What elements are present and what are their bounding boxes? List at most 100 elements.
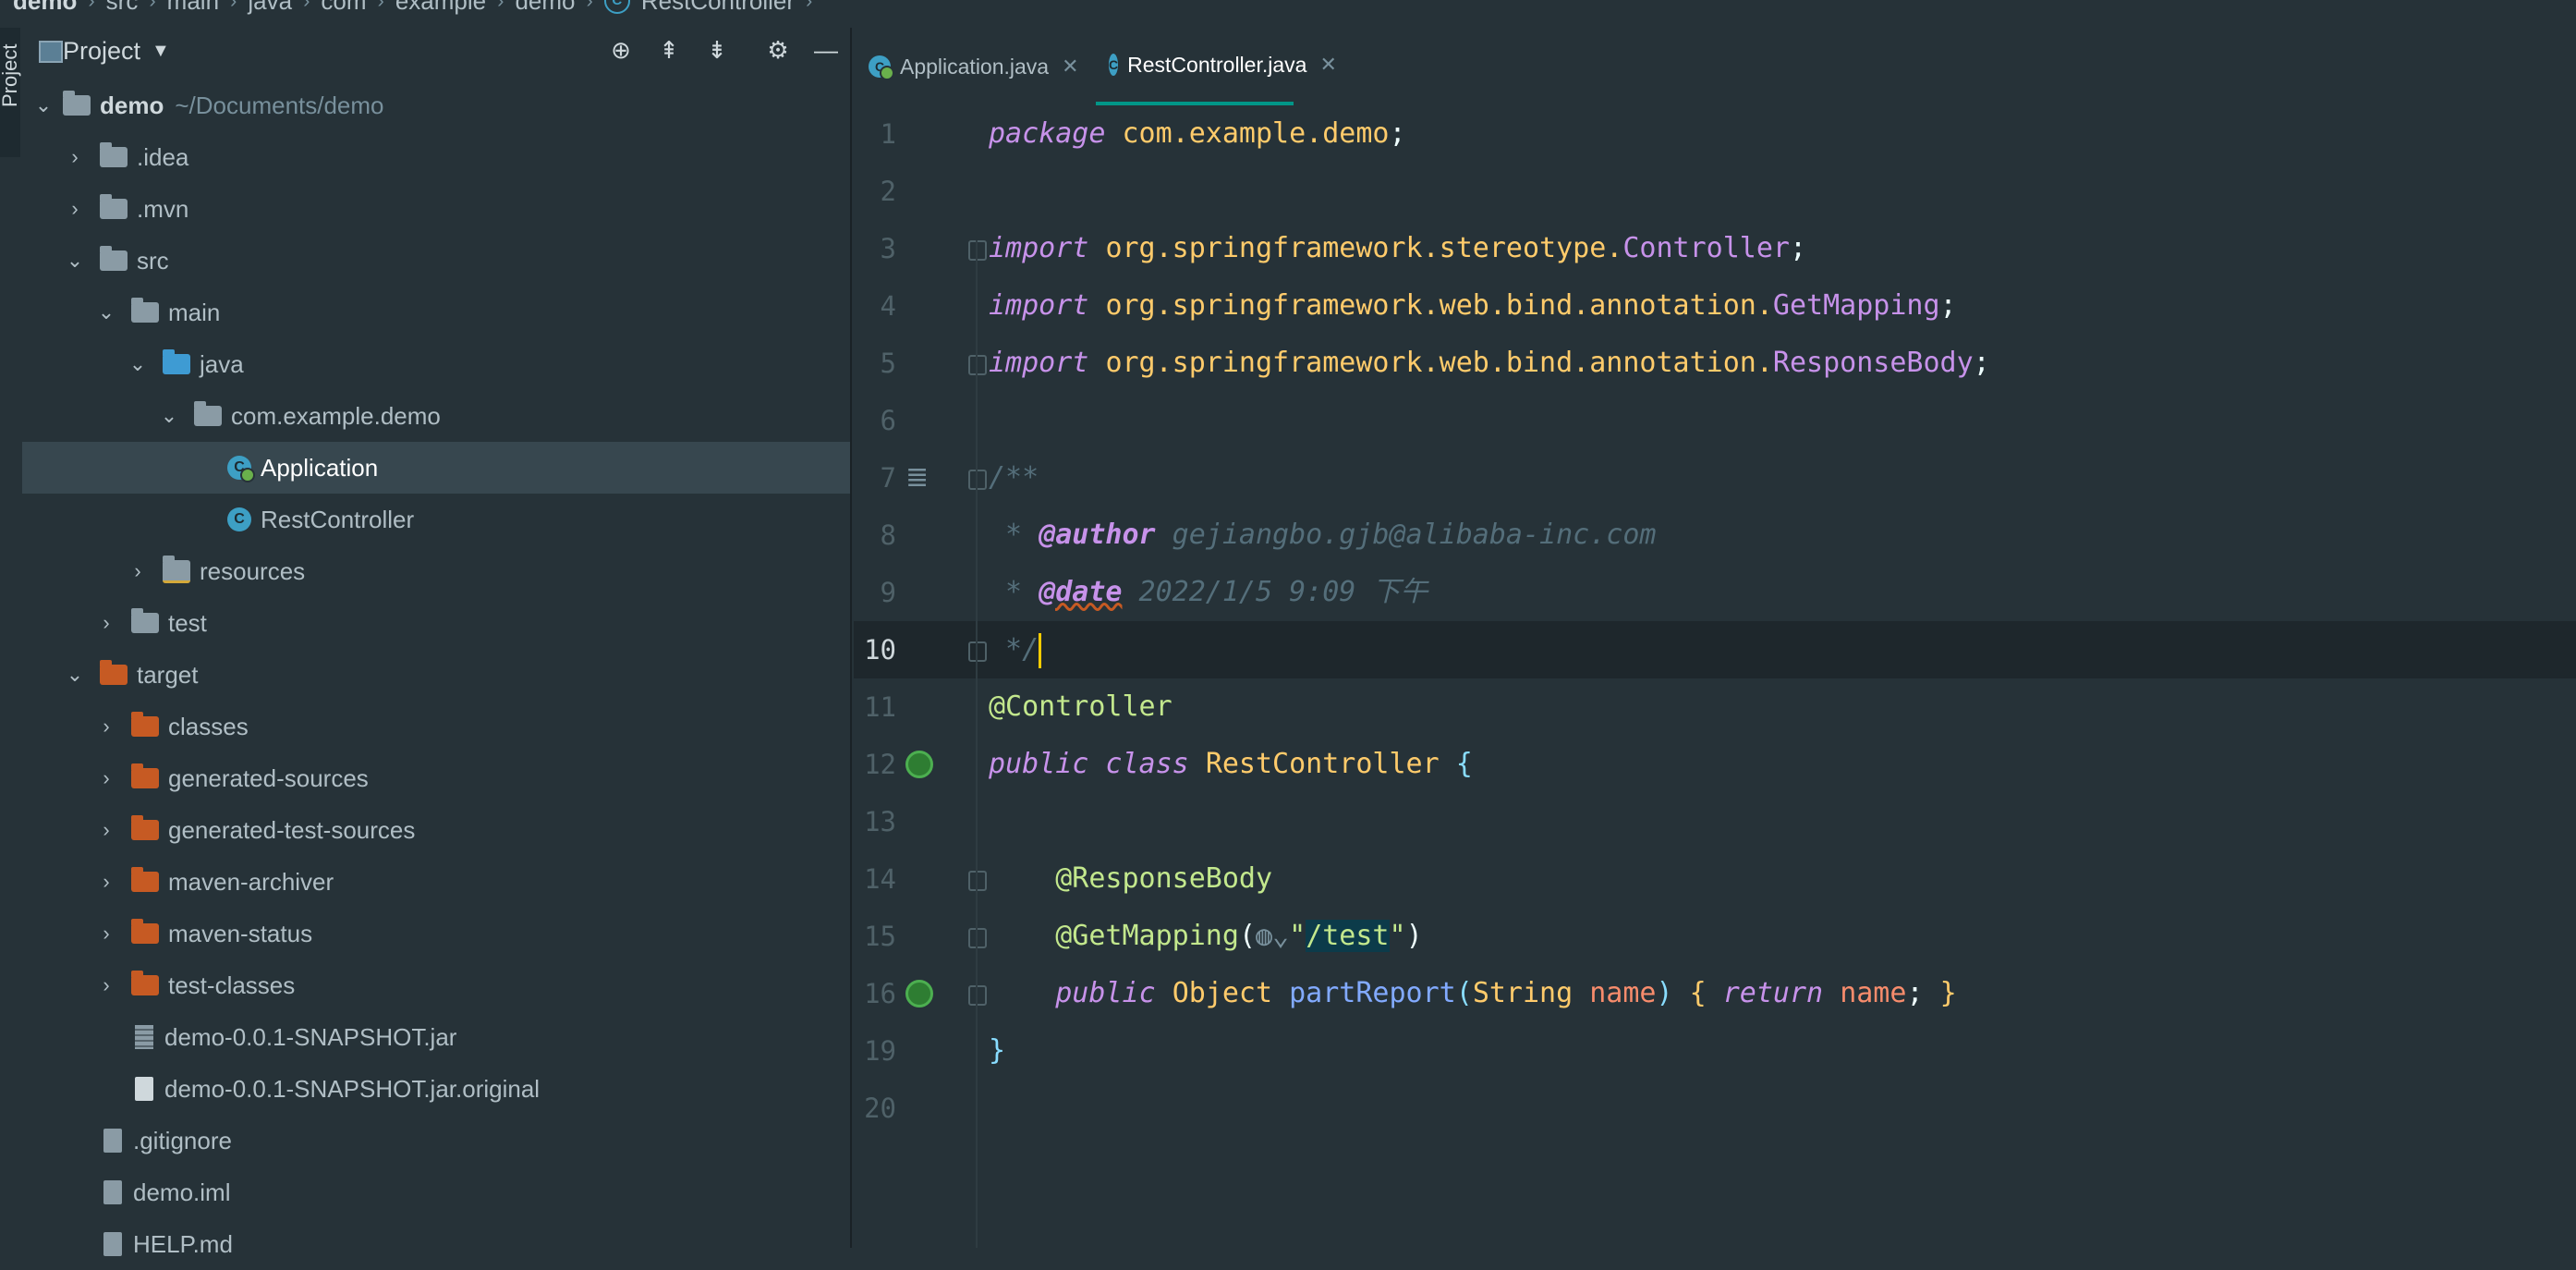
chevron-right-icon[interactable]: › xyxy=(96,818,116,842)
folder-icon xyxy=(100,194,128,219)
code-line: 9 * @date 2022/1/5 9:09 下午 xyxy=(854,564,2576,621)
breadcrumb-item[interactable]: demo xyxy=(515,0,575,16)
chevron-right-icon: › xyxy=(586,0,593,12)
tree-item-mvn[interactable]: › .mvn xyxy=(22,183,850,235)
globe-icon[interactable]: ◍⌄ xyxy=(1256,920,1289,952)
chevron-right-icon[interactable]: › xyxy=(96,922,116,946)
spring-endpoint-icon[interactable] xyxy=(905,980,933,1007)
project-tool-window-button[interactable]: Project xyxy=(0,44,22,107)
close-icon[interactable]: ✕ xyxy=(1319,53,1336,77)
breadcrumb-item[interactable]: src xyxy=(106,0,139,16)
tree-item-help-md[interactable]: HELP.md xyxy=(22,1218,850,1270)
render-doc-icon[interactable]: ≣ xyxy=(905,464,933,492)
gutter-divider xyxy=(976,240,978,1248)
project-view-selector[interactable]: Project xyxy=(63,37,140,66)
tree-item-src[interactable]: ⌄ src xyxy=(22,235,850,287)
tree-item-label: .mvn xyxy=(137,194,189,223)
tree-item-application[interactable]: C Application xyxy=(22,442,850,494)
locate-icon[interactable]: ⊕ xyxy=(606,35,636,65)
tree-item-demo[interactable]: ⌄ demo ~/Documents/demo xyxy=(22,79,850,131)
fold-icon[interactable] xyxy=(968,355,987,375)
chevron-down-icon[interactable]: ⌄ xyxy=(128,352,148,376)
tree-item-generated-sources[interactable]: › generated-sources xyxy=(22,752,850,804)
chevron-right-icon[interactable]: › xyxy=(96,870,116,894)
dropdown-arrow-icon[interactable]: ▼ xyxy=(152,41,170,62)
line-number: 11 xyxy=(864,691,896,723)
tree-item-gitignore[interactable]: .gitignore xyxy=(22,1115,850,1166)
chevron-right-icon[interactable]: › xyxy=(128,559,148,583)
line-number: 7 xyxy=(880,462,896,494)
chevron-right-icon[interactable]: › xyxy=(96,611,116,635)
chevron-right-icon[interactable]: › xyxy=(65,145,85,169)
tree-item-label: Application xyxy=(261,453,379,482)
breadcrumb-item[interactable]: com xyxy=(321,0,366,16)
tree-item-maven-archiver[interactable]: › maven-archiver xyxy=(22,856,850,908)
fold-icon[interactable] xyxy=(968,928,987,948)
tree-item-jar[interactable]: demo-0.0.1-SNAPSHOT.jar xyxy=(22,1011,850,1063)
spring-bean-icon[interactable] xyxy=(905,751,933,778)
line-number: 6 xyxy=(880,405,896,436)
chevron-right-icon[interactable]: › xyxy=(96,766,116,790)
fold-icon[interactable] xyxy=(968,470,987,490)
chevron-down-icon[interactable]: ⌄ xyxy=(33,93,54,117)
source-folder-icon xyxy=(163,349,190,374)
tab-application-java[interactable]: C Application.java ✕ xyxy=(869,28,1094,105)
tree-item-label: classes xyxy=(168,712,249,740)
expand-all-icon[interactable]: ⇞ xyxy=(654,35,684,65)
tab-restcontroller-java[interactable]: C RestController.java ✕ xyxy=(1096,28,1337,105)
resources-folder-icon xyxy=(163,555,190,583)
line-number: 1 xyxy=(880,118,896,150)
fold-icon[interactable] xyxy=(968,240,987,261)
tree-item-package[interactable]: ⌄ com.example.demo xyxy=(22,390,850,442)
code-text: import org.springframework.web.bind.anno… xyxy=(989,347,1990,379)
tree-item-java[interactable]: ⌄ java xyxy=(22,338,850,390)
breadcrumb-item[interactable]: demo xyxy=(13,0,77,16)
fold-icon[interactable] xyxy=(968,985,987,1006)
tree-item-classes[interactable]: › classes xyxy=(22,701,850,752)
chevron-right-icon[interactable]: › xyxy=(96,973,116,997)
chevron-down-icon[interactable]: ⌄ xyxy=(159,404,179,428)
class-icon: C xyxy=(227,507,251,531)
code-text: import org.springframework.web.bind.anno… xyxy=(989,289,1957,322)
tree-item-target[interactable]: ⌄ target xyxy=(22,649,850,701)
tree-item-generated-test-sources[interactable]: › generated-test-sources xyxy=(22,804,850,856)
spring-class-icon: C xyxy=(869,55,894,80)
chevron-down-icon[interactable]: ⌄ xyxy=(96,300,116,324)
code-editor[interactable]: 1 package com.example.demo; 2 3 import o… xyxy=(854,105,2576,1248)
tree-item-maven-status[interactable]: › maven-status xyxy=(22,908,850,959)
tree-item-resources[interactable]: › resources xyxy=(22,545,850,597)
code-text: */ xyxy=(989,621,1042,678)
code-line: 19 } xyxy=(854,1022,2576,1080)
tree-item-label: test-classes xyxy=(168,971,296,999)
fold-icon[interactable] xyxy=(968,871,987,891)
tree-item-jar-original[interactable]: demo-0.0.1-SNAPSHOT.jar.original xyxy=(22,1063,850,1115)
gear-icon[interactable]: ⚙ xyxy=(763,35,793,65)
tree-item-label: maven-status xyxy=(168,919,313,947)
close-icon[interactable]: ✕ xyxy=(1062,55,1078,79)
collapse-all-icon[interactable]: ⇟ xyxy=(702,35,732,65)
package-icon xyxy=(194,401,222,426)
chevron-right-icon[interactable]: › xyxy=(65,197,85,221)
tree-item-test-classes[interactable]: › test-classes xyxy=(22,959,850,1011)
breadcrumb-item[interactable]: main xyxy=(167,0,219,16)
code-line: 5 import org.springframework.web.bind.an… xyxy=(854,335,2576,392)
tree-item-label: maven-archiver xyxy=(168,867,334,896)
minimize-icon[interactable]: — xyxy=(811,35,841,65)
code-text: package com.example.demo; xyxy=(989,117,1406,150)
breadcrumb-item[interactable]: example xyxy=(395,0,486,16)
code-text: * @author gejiangbo.gjb@alibaba-inc.com xyxy=(989,519,1657,551)
tree-item-test[interactable]: › test xyxy=(22,597,850,649)
chevron-right-icon[interactable]: › xyxy=(96,714,116,739)
excluded-folder-icon xyxy=(131,971,159,995)
line-number: 3 xyxy=(880,233,896,264)
tree-item-restcontroller[interactable]: C RestController xyxy=(22,494,850,545)
chevron-down-icon[interactable]: ⌄ xyxy=(65,249,85,273)
breadcrumb-item[interactable]: java xyxy=(248,0,292,16)
chevron-down-icon[interactable]: ⌄ xyxy=(65,663,85,687)
breadcrumb-item[interactable]: RestController xyxy=(641,0,795,16)
fold-icon[interactable] xyxy=(968,641,987,662)
tree-item-demo-iml[interactable]: demo.iml xyxy=(22,1166,850,1218)
tree-item-idea[interactable]: › .idea xyxy=(22,131,850,183)
project-view-icon xyxy=(39,41,63,63)
tree-item-main[interactable]: ⌄ main xyxy=(22,287,850,338)
